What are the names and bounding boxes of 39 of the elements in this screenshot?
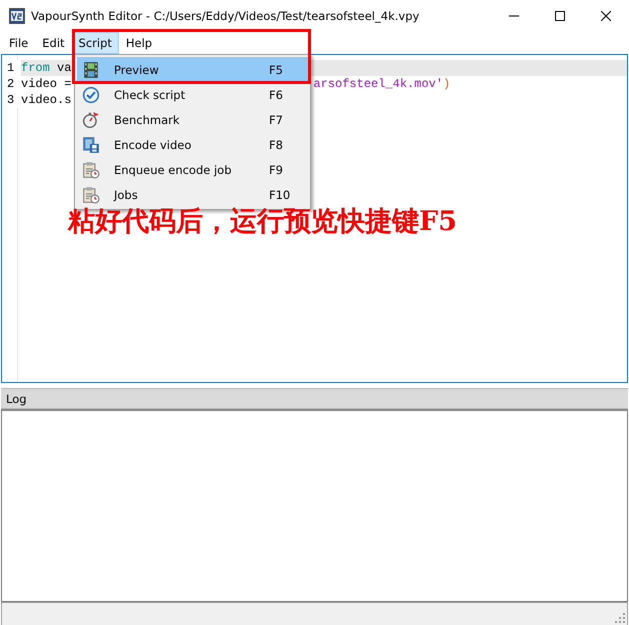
code-text: ): [443, 76, 450, 92]
menu-item-label: Benchmark: [114, 112, 181, 126]
close-icon: [601, 11, 611, 21]
menu-item[interactable]: Encode video F8: [77, 132, 308, 157]
menu-item[interactable]: Enqueue encode job F9: [77, 157, 308, 182]
menu-item[interactable]: Benchmark F7: [77, 107, 308, 132]
menu-item[interactable]: Check script F6: [77, 82, 308, 107]
log-title: Log: [5, 392, 27, 406]
menu-item-label: Check script: [114, 88, 186, 102]
code-text: va: [56, 60, 72, 76]
code-text: video.s: [21, 92, 72, 108]
menu-item-label: Preview: [114, 62, 160, 76]
menu-item[interactable]: File: [2, 32, 36, 54]
stopwatch-icon: [82, 110, 100, 128]
shortcut-label: F8: [269, 138, 284, 152]
menu-item-label: Encode video: [114, 138, 192, 152]
check-circle-icon: [82, 86, 100, 104]
window-title: VapourSynth Editor - C:/Users/Eddy/Videos/Test/tearsofsteel_4k.vpy: [31, 9, 420, 23]
shortcut-label: F9: [269, 162, 284, 176]
shortcut-label: F10: [269, 188, 292, 202]
app-icon: [9, 8, 25, 24]
menu-item[interactable]: Preview F5: [77, 57, 308, 82]
menu-item-label: Enqueue encode job: [114, 162, 233, 176]
shortcut-label: F5: [269, 62, 284, 76]
menu-item[interactable]: Edit: [35, 32, 72, 54]
menu-item[interactable]: Help: [118, 32, 160, 54]
film-disk-icon: [82, 136, 100, 154]
annotation-text: 粘好代码后，运行预览快捷键F5: [68, 205, 457, 239]
code-text: video =: [21, 76, 72, 92]
shortcut-label: F7: [269, 112, 284, 126]
film-icon: [82, 60, 100, 78]
clipboard-clock-icon: [82, 186, 100, 204]
maximize-icon: [555, 11, 565, 21]
clipboard-clock-icon: [82, 160, 100, 178]
menu-item-label: Jobs: [114, 188, 139, 202]
code-text: from: [21, 60, 50, 76]
menu-item[interactable]: Jobs F10: [77, 182, 308, 207]
shortcut-label: F6: [269, 88, 284, 102]
code-text: arsofsteel_4k.mov': [313, 76, 444, 92]
